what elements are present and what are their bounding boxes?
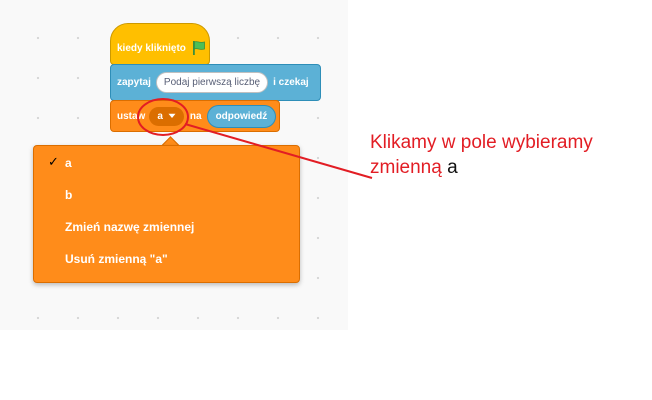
highlight-ellipse (137, 98, 189, 136)
annotation-text-red: Klikamy w pole wybieramy zmienną (370, 132, 593, 178)
annotation-pointer-line (184, 123, 373, 179)
annotation-text: Klikamy w pole wybieramy zmienną a (370, 130, 640, 180)
annotation-text-black: a (447, 157, 458, 178)
annotation-overlay (137, 98, 373, 179)
